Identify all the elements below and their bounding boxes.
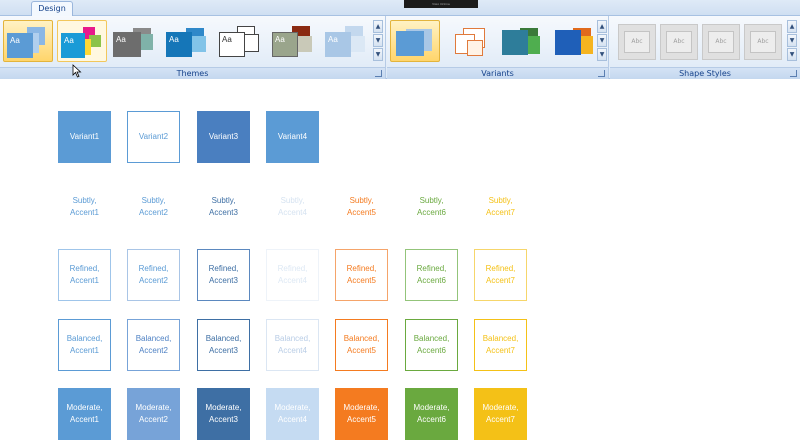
theme-aa-label: Aa xyxy=(169,35,179,44)
refined-accent5-shape[interactable]: Refined, Accent5 xyxy=(335,249,388,301)
subtly-accent5-shape[interactable]: Subtly, Accent5 xyxy=(335,181,388,233)
moderate-accent4-shape[interactable]: Moderate, Accent4 xyxy=(266,388,319,440)
design-canvas: Design Visio Online Aa Aa Aa Aa Aa Aa Aa… xyxy=(0,0,800,448)
refined-accent3-shape[interactable]: Refined, Accent3 xyxy=(197,249,250,301)
shape-styles-scroll-up-button[interactable]: ▲ xyxy=(787,20,797,33)
subtly-accent2-shape[interactable]: Subtly, Accent2 xyxy=(127,181,180,233)
shape-styles-group: Abc Abc Abc Abc ▲ ▼ ▼ Shape Styles xyxy=(610,16,800,79)
balanced-accent6-shape[interactable]: Balanced, Accent6 xyxy=(405,319,458,371)
refined-accent7-shape[interactable]: Refined, Accent7 xyxy=(474,249,527,301)
shape-styles-group-label: Shape Styles xyxy=(610,67,800,79)
themes-group: Aa Aa Aa Aa Aa Aa Aa ▲ ▼ ▼ Themes xyxy=(0,16,386,79)
shape-style-preview: Abc xyxy=(708,31,734,53)
variant4-shape[interactable]: Variant4 xyxy=(266,111,319,163)
themes-scroll-up-button[interactable]: ▲ xyxy=(373,20,383,33)
themes-dialog-launcher-icon[interactable] xyxy=(375,70,382,77)
variants-group: ▲ ▼ ▼ Variants xyxy=(387,16,609,79)
theme-item-3[interactable]: Aa xyxy=(110,20,160,62)
moderate-accent5-shape[interactable]: Moderate, Accent5 xyxy=(335,388,388,440)
variant-item-1[interactable] xyxy=(390,20,440,62)
shape-style-preview: Abc xyxy=(750,31,776,53)
shape-styles-more-button[interactable]: ▼ xyxy=(787,48,797,61)
moderate-accent6-shape[interactable]: Moderate, Accent6 xyxy=(405,388,458,440)
shape-styles-scroll-down-button[interactable]: ▼ xyxy=(787,34,797,47)
subtly-accent1-shape[interactable]: Subtly, Accent1 xyxy=(58,181,111,233)
shape-style-item-4[interactable]: Abc xyxy=(744,24,782,60)
refined-accent4-shape[interactable]: Refined, Accent4 xyxy=(266,249,319,301)
variant-item-4[interactable] xyxy=(550,20,600,62)
variants-gallery-scroll: ▲ ▼ ▼ xyxy=(597,20,607,64)
balanced-accent3-shape[interactable]: Balanced, Accent3 xyxy=(197,319,250,371)
subtly-accent6-shape[interactable]: Subtly, Accent6 xyxy=(405,181,458,233)
balanced-accent5-shape[interactable]: Balanced, Accent5 xyxy=(335,319,388,371)
variants-dialog-launcher-icon[interactable] xyxy=(598,70,605,77)
theme-aa-label: Aa xyxy=(328,35,338,44)
variant-item-2[interactable] xyxy=(444,20,494,62)
ribbon: Aa Aa Aa Aa Aa Aa Aa ▲ ▼ ▼ Themes ▲ ▼ ▼ … xyxy=(0,16,800,79)
balanced-accent7-shape[interactable]: Balanced, Accent7 xyxy=(474,319,527,371)
shape-style-item-3[interactable]: Abc xyxy=(702,24,740,60)
theme-item-6[interactable]: Aa xyxy=(269,20,319,62)
mouse-cursor-icon xyxy=(72,64,82,78)
balanced-accent4-shape[interactable]: Balanced, Accent4 xyxy=(266,319,319,371)
balanced-accent2-shape[interactable]: Balanced, Accent2 xyxy=(127,319,180,371)
variant-item-3[interactable] xyxy=(497,20,547,62)
variants-label: Variants xyxy=(481,69,514,78)
window-title-strip: Visio Online xyxy=(404,0,478,8)
theme-item-1[interactable]: Aa xyxy=(3,20,53,62)
theme-item-5[interactable]: Aa xyxy=(216,20,266,62)
variants-scroll-up-button[interactable]: ▲ xyxy=(597,20,607,33)
subtly-accent4-shape[interactable]: Subtly, Accent4 xyxy=(266,181,319,233)
balanced-accent1-shape[interactable]: Balanced, Accent1 xyxy=(58,319,111,371)
theme-aa-label: Aa xyxy=(275,35,285,44)
shape-styles-gallery-scroll: ▲ ▼ ▼ xyxy=(787,20,797,64)
shape-style-preview: Abc xyxy=(666,31,692,53)
moderate-accent3-shape[interactable]: Moderate, Accent3 xyxy=(197,388,250,440)
subtly-accent3-shape[interactable]: Subtly, Accent3 xyxy=(197,181,250,233)
variant1-shape[interactable]: Variant1 xyxy=(58,111,111,163)
refined-accent2-shape[interactable]: Refined, Accent2 xyxy=(127,249,180,301)
themes-scroll-down-button[interactable]: ▼ xyxy=(373,34,383,47)
refined-accent1-shape[interactable]: Refined, Accent1 xyxy=(58,249,111,301)
subtly-accent7-shape[interactable]: Subtly, Accent7 xyxy=(474,181,527,233)
ribbon-tab-bar: Design Visio Online xyxy=(0,0,800,17)
themes-label: Themes xyxy=(176,69,209,78)
theme-item-2[interactable]: Aa xyxy=(57,20,107,62)
shape-styles-dialog-launcher-icon[interactable] xyxy=(790,70,797,77)
themes-group-label: Themes xyxy=(0,67,385,79)
variant3-shape[interactable]: Variant3 xyxy=(197,111,250,163)
moderate-accent1-shape[interactable]: Moderate, Accent1 xyxy=(58,388,111,440)
theme-aa-label: Aa xyxy=(222,35,232,44)
shape-style-item-1[interactable]: Abc xyxy=(618,24,656,60)
moderate-accent7-shape[interactable]: Moderate, Accent7 xyxy=(474,388,527,440)
theme-aa-label: Aa xyxy=(116,35,126,44)
variant2-shape[interactable]: Variant2 xyxy=(127,111,180,163)
theme-aa-label: Aa xyxy=(64,36,74,45)
theme-item-4[interactable]: Aa xyxy=(163,20,213,62)
variants-more-button[interactable]: ▼ xyxy=(597,48,607,61)
shape-styles-label: Shape Styles xyxy=(679,69,731,78)
moderate-accent2-shape[interactable]: Moderate, Accent2 xyxy=(127,388,180,440)
variants-scroll-down-button[interactable]: ▼ xyxy=(597,34,607,47)
tab-design[interactable]: Design xyxy=(31,1,73,17)
themes-more-button[interactable]: ▼ xyxy=(373,48,383,61)
shape-style-preview: Abc xyxy=(624,31,650,53)
themes-gallery-scroll: ▲ ▼ ▼ xyxy=(373,20,383,64)
theme-item-7[interactable]: Aa xyxy=(322,20,372,62)
shape-style-item-2[interactable]: Abc xyxy=(660,24,698,60)
refined-accent6-shape[interactable]: Refined, Accent6 xyxy=(405,249,458,301)
variants-group-label: Variants xyxy=(387,67,608,79)
theme-aa-label: Aa xyxy=(10,36,20,45)
